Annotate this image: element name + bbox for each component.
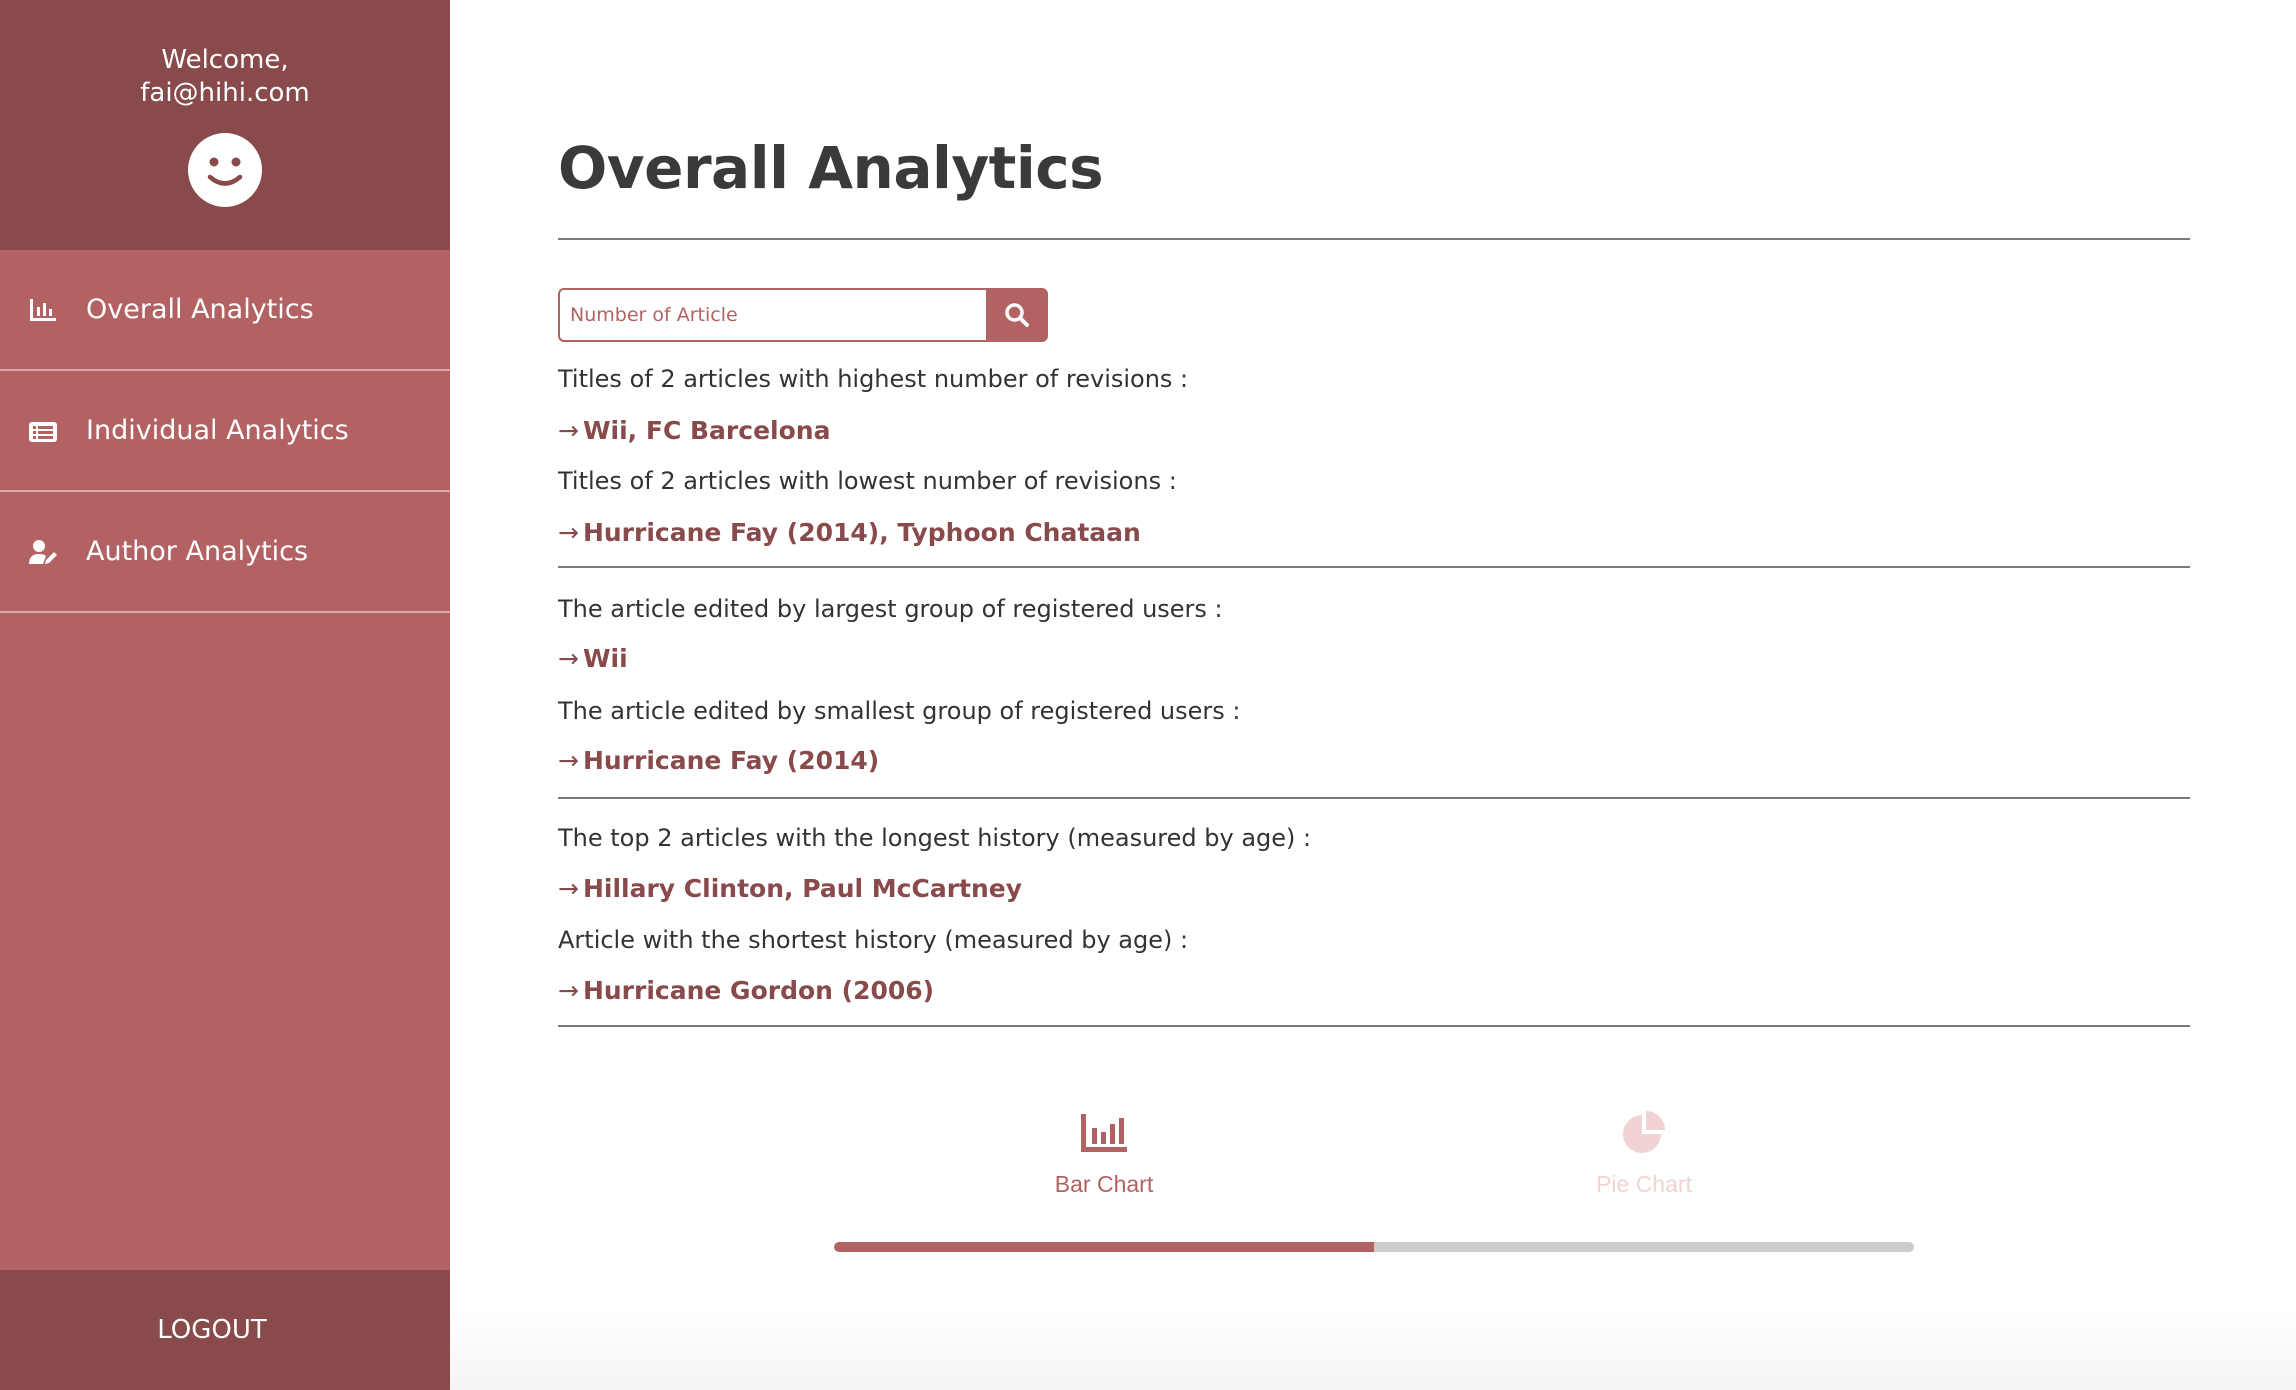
search-button[interactable] <box>986 288 1048 342</box>
stat-answer-largest-group: → Wii <box>558 641 628 677</box>
chart-tab-progress-track <box>834 1242 1914 1252</box>
stat-answer-lowest-revisions: → Hurricane Fay (2014), Typhoon Chataan <box>558 515 1141 551</box>
arrow-icon: → <box>558 976 579 1005</box>
stat-answer-highest-revisions: → Wii, FC Barcelona <box>558 413 830 449</box>
stat-answer-smallest-group: → Hurricane Fay (2014) <box>558 743 879 779</box>
sidebar-item-overall-analytics[interactable]: Overall Analytics <box>0 250 450 371</box>
article-count-search <box>558 288 1048 342</box>
stat-answer-text: Wii <box>582 644 628 673</box>
divider <box>558 1025 2190 1027</box>
sidebar: Welcome, fai@hihi.com Overall Analytics <box>0 0 450 1390</box>
divider <box>558 238 2190 240</box>
sidebar-item-author-analytics[interactable]: Author Analytics <box>0 492 450 613</box>
pie-chart-icon <box>1623 1111 1665 1153</box>
arrow-icon: → <box>558 416 579 445</box>
bar-chart-icon <box>28 295 58 325</box>
tab-pie-chart[interactable]: Pie Chart <box>1544 1110 1744 1210</box>
user-edit-icon <box>28 537 58 567</box>
stat-answer-text: Hurricane Gordon (2006) <box>582 976 935 1005</box>
welcome-greeting: Welcome, <box>161 45 289 75</box>
smiley-avatar-icon <box>188 133 262 207</box>
logout-button[interactable]: LOGOUT <box>0 1270 450 1390</box>
tab-bar-chart[interactable]: Bar Chart <box>1004 1110 1204 1210</box>
stat-answer-text: Hurricane Fay (2014), Typhoon Chataan <box>582 518 1141 547</box>
main-content: Overall Analytics Titles of 2 articles w… <box>450 0 2296 1390</box>
welcome-text: Welcome, fai@hihi.com <box>0 44 450 110</box>
divider <box>558 797 2190 799</box>
sidebar-item-label: Author Analytics <box>86 536 309 567</box>
sidebar-item-label: Individual Analytics <box>86 415 349 446</box>
tab-label: Pie Chart <box>1596 1171 1692 1197</box>
stat-answer-text: Hillary Clinton, Paul McCartney <box>582 874 1023 903</box>
stat-label-lowest-revisions: Titles of 2 articles with lowest number … <box>558 467 1177 495</box>
arrow-icon: → <box>558 746 579 775</box>
sidebar-item-individual-analytics[interactable]: Individual Analytics <box>0 371 450 492</box>
bar-chart-icon <box>1081 1114 1127 1152</box>
page-title: Overall Analytics <box>558 134 1104 202</box>
stat-answer-longest-history: → Hillary Clinton, Paul McCartney <box>558 871 1022 907</box>
arrow-icon: → <box>558 874 579 903</box>
stat-label-smallest-group: The article edited by smallest group of … <box>558 697 1241 725</box>
list-alt-icon <box>28 416 58 446</box>
arrow-icon: → <box>558 518 579 547</box>
arrow-icon: → <box>558 644 579 673</box>
number-of-article-input[interactable] <box>558 288 986 342</box>
stat-label-longest-history: The top 2 articles with the longest hist… <box>558 824 1312 852</box>
stat-label-highest-revisions: Titles of 2 articles with highest number… <box>558 365 1189 393</box>
divider <box>558 566 2190 568</box>
sidebar-header: Welcome, fai@hihi.com <box>0 0 450 250</box>
sidebar-item-label: Overall Analytics <box>86 294 314 325</box>
stat-label-shortest-history: Article with the shortest history (measu… <box>558 926 1189 954</box>
search-icon <box>1005 303 1029 327</box>
stat-answer-text: Hurricane Fay (2014) <box>582 746 880 775</box>
stat-answer-text: Wii, FC Barcelona <box>582 416 831 445</box>
stat-answer-shortest-history: → Hurricane Gordon (2006) <box>558 973 934 1009</box>
chart-tab-progress-fill <box>834 1242 1374 1252</box>
user-email: fai@hihi.com <box>140 78 310 108</box>
tab-label: Bar Chart <box>1054 1171 1154 1197</box>
stat-label-largest-group: The article edited by largest group of r… <box>558 595 1223 623</box>
